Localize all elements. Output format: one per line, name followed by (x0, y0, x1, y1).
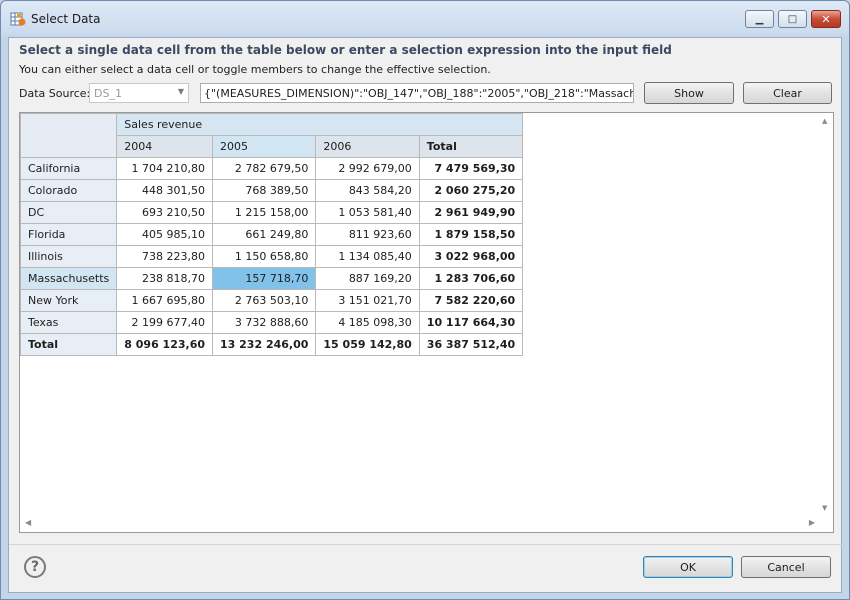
clear-button[interactable]: Clear (743, 82, 832, 104)
select-data-icon (10, 12, 26, 26)
column-header-2004[interactable]: 2004 (116, 135, 214, 158)
datasource-value: DS_1 (94, 87, 122, 100)
data-cell[interactable]: 2 199 677,40 (116, 311, 214, 334)
data-cell[interactable]: 738 223,80 (116, 245, 214, 268)
data-cell[interactable]: 2 763 503,10 (212, 289, 317, 312)
dialog-subheading: You can either select a data cell or tog… (19, 63, 491, 76)
column-total-cell[interactable]: 13 232 246,00 (212, 333, 317, 356)
selected-data-cell[interactable]: 157 718,70 (212, 267, 317, 290)
data-cell[interactable]: 2 992 679,00 (315, 157, 420, 180)
close-button[interactable]: ✕ (811, 10, 841, 28)
table-row: Massachusetts 238 818,70 157 718,70 887 … (20, 267, 524, 290)
maximize-icon: □ (787, 13, 798, 25)
column-header-2005[interactable]: 2005 (212, 135, 317, 158)
row-total-cell[interactable]: 2 961 949,90 (418, 201, 524, 224)
row-total-cell[interactable]: 1 879 158,50 (418, 223, 524, 246)
data-cell[interactable]: 4 185 098,30 (315, 311, 420, 334)
data-cell[interactable]: 3 732 888,60 (212, 311, 317, 334)
measure-header[interactable]: Sales revenue (116, 113, 524, 136)
show-button[interactable]: Show (644, 82, 734, 104)
row-total-cell[interactable]: 7 479 569,30 (418, 157, 524, 180)
grand-total-cell[interactable]: 36 387 512,40 (418, 333, 524, 356)
row-total-cell[interactable]: 2 060 275,20 (418, 179, 524, 202)
row-header-new-york[interactable]: New York (20, 289, 118, 312)
window-title: Select Data (31, 12, 101, 26)
close-icon: ✕ (821, 12, 831, 26)
data-table-area: Sales revenue 2004 2005 2006 Total Calif… (19, 112, 834, 533)
data-cell[interactable]: 1 150 658,80 (212, 245, 317, 268)
row-total-cell[interactable]: 10 117 664,30 (418, 311, 524, 334)
row-total-cell[interactable]: 3 022 968,00 (418, 245, 524, 268)
table-total-row: Total 8 096 123,60 13 232 246,00 15 059 … (20, 333, 524, 356)
data-cell[interactable]: 405 985,10 (116, 223, 214, 246)
dialog-heading: Select a single data cell from the table… (19, 43, 672, 57)
maximize-button[interactable]: □ (778, 10, 807, 28)
column-header-2006[interactable]: 2006 (315, 135, 420, 158)
select-data-dialog: Select Data ▁ □ ✕ Select a single data c… (0, 0, 850, 600)
column-total-cell[interactable]: 15 059 142,80 (315, 333, 420, 356)
chevron-down-icon: ▼ (177, 87, 184, 96)
table-row: Colorado 448 301,50 768 389,50 843 584,2… (20, 179, 524, 202)
data-cell[interactable]: 238 818,70 (116, 267, 214, 290)
row-header-illinois[interactable]: Illinois (20, 245, 118, 268)
data-cell[interactable]: 1 667 695,80 (116, 289, 214, 312)
selection-expression-input[interactable]: {"(MEASURES_DIMENSION)":"OBJ_147","OBJ_1… (200, 83, 634, 103)
table-row: Florida 405 985,10 661 249,80 811 923,60… (20, 223, 524, 246)
data-cell[interactable]: 1 134 085,40 (315, 245, 420, 268)
row-header-california[interactable]: California (20, 157, 118, 180)
datasource-select[interactable]: DS_1 ▼ (89, 83, 189, 103)
row-header-massachusetts[interactable]: Massachusetts (20, 267, 118, 290)
table-row: California 1 704 210,80 2 782 679,50 2 9… (20, 157, 524, 180)
cancel-button[interactable]: Cancel (741, 556, 831, 578)
row-total-cell[interactable]: 1 283 706,60 (418, 267, 524, 290)
minimize-icon: ▁ (755, 13, 764, 25)
horizontal-scrollbar[interactable]: ◀ ▶ (20, 515, 817, 532)
table-row: New York 1 667 695,80 2 763 503,10 3 151… (20, 289, 524, 312)
data-cell[interactable]: 1 215 158,00 (212, 201, 317, 224)
data-table: Sales revenue 2004 2005 2006 Total Calif… (20, 113, 524, 356)
data-cell[interactable]: 843 584,20 (315, 179, 420, 202)
row-header-dc[interactable]: DC (20, 201, 118, 224)
scroll-right-icon[interactable]: ▶ (809, 518, 815, 527)
data-cell[interactable]: 887 169,20 (315, 267, 420, 290)
data-cell[interactable]: 3 151 021,70 (315, 289, 420, 312)
table-row: Texas 2 199 677,40 3 732 888,60 4 185 09… (20, 311, 524, 334)
row-header-florida[interactable]: Florida (20, 223, 118, 246)
data-cell[interactable]: 2 782 679,50 (212, 157, 317, 180)
data-cell[interactable]: 693 210,50 (116, 201, 214, 224)
scroll-left-icon[interactable]: ◀ (25, 518, 31, 527)
table-row: Illinois 738 223,80 1 150 658,80 1 134 0… (20, 245, 524, 268)
scroll-up-icon[interactable]: ▲ (822, 117, 827, 125)
scroll-down-icon[interactable]: ▼ (822, 504, 827, 512)
row-header-colorado[interactable]: Colorado (20, 179, 118, 202)
data-cell[interactable]: 661 249,80 (212, 223, 317, 246)
help-icon[interactable]: ? (24, 556, 46, 578)
ok-button[interactable]: OK (643, 556, 733, 578)
column-total-cell[interactable]: 8 096 123,60 (116, 333, 214, 356)
minimize-button[interactable]: ▁ (745, 10, 774, 28)
footer-separator (9, 544, 843, 545)
table-row: DC 693 210,50 1 215 158,00 1 053 581,40 … (20, 201, 524, 224)
data-cell[interactable]: 768 389,50 (212, 179, 317, 202)
data-cell[interactable]: 448 301,50 (116, 179, 214, 202)
data-cell[interactable]: 1 704 210,80 (116, 157, 214, 180)
vertical-scrollbar[interactable]: ▲ ▼ (816, 113, 833, 516)
datasource-label: Data Source: (19, 87, 91, 100)
title-bar[interactable]: Select Data ▁ □ ✕ (1, 1, 849, 37)
table-corner (20, 113, 118, 158)
data-cell[interactable]: 1 053 581,40 (315, 201, 420, 224)
row-header-texas[interactable]: Texas (20, 311, 118, 334)
row-header-total[interactable]: Total (20, 333, 118, 356)
column-header-total[interactable]: Total (418, 135, 524, 158)
row-total-cell[interactable]: 7 582 220,60 (418, 289, 524, 312)
data-cell[interactable]: 811 923,60 (315, 223, 420, 246)
dialog-content: Select a single data cell from the table… (8, 37, 843, 593)
